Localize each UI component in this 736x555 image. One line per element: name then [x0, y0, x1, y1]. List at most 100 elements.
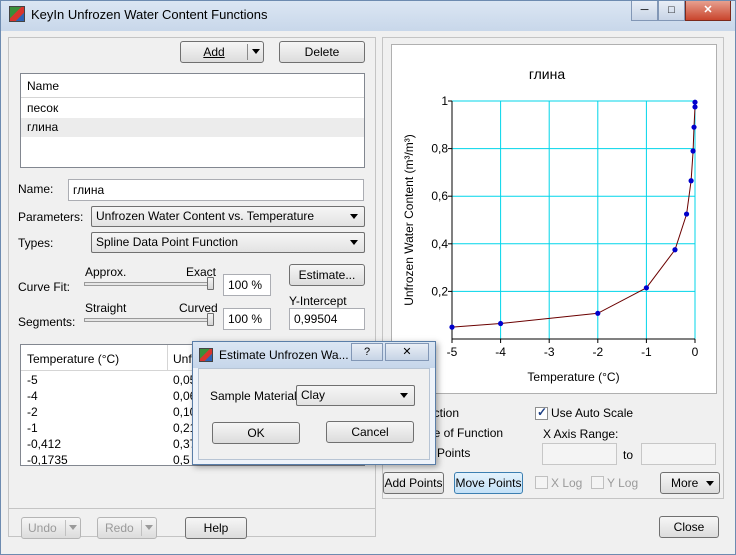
x-tick-label: -1: [641, 345, 652, 359]
curve-fit-slider[interactable]: [84, 282, 214, 286]
types-value: Spline Data Point Function: [96, 235, 239, 249]
chevron-down-icon: [350, 240, 358, 245]
list-header[interactable]: Name: [21, 74, 364, 98]
data-point[interactable]: [449, 324, 455, 330]
segments-slider[interactable]: [84, 318, 214, 322]
data-point[interactable]: [595, 310, 601, 316]
chevron-down-icon: [350, 214, 358, 219]
main-window: KeyIn Unfrozen Water Content Functions ─…: [0, 0, 736, 555]
data-point[interactable]: [643, 285, 649, 291]
minimize-icon: ─: [640, 4, 649, 16]
split-divider: [141, 520, 142, 536]
series-line: [451, 102, 696, 328]
parameters-label: Parameters:: [18, 210, 84, 224]
separator: [9, 508, 375, 509]
chevron-down-icon[interactable]: [252, 49, 260, 54]
window-title: KeyIn Unfrozen Water Content Functions: [31, 7, 268, 22]
segments-field[interactable]: 100 %: [223, 308, 271, 330]
dialog-body: Sample Material: Clay OK Cancel: [198, 368, 430, 460]
table-cell-unfrozen: 0,5: [173, 453, 190, 466]
client-area: Add Delete Name песок глина Name: глина P…: [8, 31, 730, 549]
y-tick-label: 0,6: [431, 189, 448, 203]
name-label: Name:: [18, 182, 54, 196]
option-slope-label: pe of Function: [427, 426, 504, 440]
maximize-icon: □: [668, 4, 675, 16]
chevron-down-icon: [145, 525, 153, 530]
close-window-button[interactable]: ✕: [685, 1, 731, 21]
data-point[interactable]: [691, 124, 697, 130]
x-tick-label: 0: [692, 345, 699, 359]
minimize-button[interactable]: ─: [631, 1, 658, 21]
title-bar[interactable]: KeyIn Unfrozen Water Content Functions ─…: [1, 1, 735, 31]
close-icon: ✕: [703, 4, 713, 16]
more-label: More: [671, 476, 699, 490]
maximize-button[interactable]: □: [658, 1, 685, 21]
data-point[interactable]: [692, 104, 698, 110]
types-label: Types:: [18, 236, 54, 250]
chart-area[interactable]: -5 -4 -3 -2 -1 0 0,2 0,4 0,6 0,8 1 глина Temperature…: [391, 44, 717, 394]
curve-fit-slider-thumb[interactable]: [207, 277, 214, 290]
parameters-select[interactable]: Unfrozen Water Content vs. Temperature: [91, 206, 365, 227]
data-point[interactable]: [688, 178, 694, 184]
data-point[interactable]: [690, 148, 696, 154]
y-intercept-label: Y-Intercept: [289, 294, 347, 308]
split-divider: [247, 44, 248, 60]
chevron-down-icon: [706, 481, 714, 486]
sample-material-select[interactable]: Clay: [296, 385, 415, 406]
x-range-min-field: [542, 443, 617, 465]
segments-straight-label: Straight: [85, 301, 127, 315]
parameters-value: Unfrozen Water Content vs. Temperature: [96, 209, 315, 223]
ylog-label: Y Log: [607, 476, 639, 490]
dialog-ok-button[interactable]: OK: [212, 422, 300, 444]
dialog-cancel-button[interactable]: Cancel: [326, 421, 414, 443]
y-tick-label: 1: [441, 94, 448, 108]
add-points-button[interactable]: Add Points: [383, 472, 444, 494]
list-item[interactable]: глина: [21, 118, 364, 137]
data-point[interactable]: [498, 320, 504, 327]
dialog-title-bar[interactable]: Estimate Unfrozen Wa... ? ✕: [193, 342, 435, 368]
curve-fit-field[interactable]: 100 %: [223, 274, 271, 296]
list-items: песок глина: [21, 99, 364, 137]
undo-label: Undo: [28, 521, 57, 535]
sample-material-value: Clay: [301, 388, 326, 402]
y-tick-label: 0,2: [431, 284, 448, 298]
split-divider: [65, 520, 66, 536]
estimate-button[interactable]: Estimate...: [289, 264, 365, 286]
chart-title: глина: [529, 66, 566, 82]
redo-label: Redo: [105, 521, 134, 535]
dialog-close-button[interactable]: ✕: [385, 343, 429, 361]
move-points-button[interactable]: Move Points: [454, 472, 523, 494]
chevron-down-icon: [400, 393, 408, 398]
to-label: to: [623, 448, 634, 462]
name-field[interactable]: глина: [68, 179, 364, 201]
data-point[interactable]: [692, 99, 698, 105]
dialog-help-button[interactable]: ?: [351, 343, 383, 361]
table-cell-temperature: -1: [27, 421, 38, 435]
data-point[interactable]: [683, 211, 690, 217]
sample-material-label: Sample Material:: [210, 389, 301, 403]
segments-label: Segments:: [18, 315, 76, 329]
curve-fit-label: Curve Fit:: [18, 280, 71, 294]
auto-scale-checkbox[interactable]: ✓: [535, 405, 548, 420]
auto-scale-label[interactable]: Use Auto Scale: [551, 406, 633, 420]
curve-fit-approx-label: Approx.: [85, 265, 127, 279]
y-intercept-field[interactable]: 0,99504: [289, 308, 365, 330]
col-unfrozen[interactable]: Unf: [173, 352, 192, 366]
ylog-checkbox: [591, 476, 604, 489]
delete-button[interactable]: Delete: [279, 41, 365, 63]
list-item[interactable]: песок: [21, 99, 364, 118]
material-list[interactable]: Name песок глина: [20, 73, 365, 168]
segments-slider-thumb[interactable]: [207, 313, 214, 326]
more-button[interactable]: More: [660, 472, 720, 494]
add-button[interactable]: Add: [180, 41, 264, 63]
col-temperature[interactable]: Temperature (°C): [27, 352, 119, 366]
data-point[interactable]: [672, 247, 678, 253]
chart-svg[interactable]: -5 -4 -3 -2 -1 0 0,2 0,4 0,6 0,8 1 глина Temperature…: [392, 45, 716, 393]
close-button[interactable]: Close: [659, 516, 719, 538]
types-select[interactable]: Spline Data Point Function: [91, 232, 365, 253]
x-tick-label: -5: [447, 345, 458, 359]
help-icon: ?: [363, 346, 371, 358]
dialog-title: Estimate Unfrozen Wa...: [219, 348, 349, 362]
xlog-label: X Log: [551, 476, 583, 490]
help-button[interactable]: Help: [185, 517, 247, 539]
